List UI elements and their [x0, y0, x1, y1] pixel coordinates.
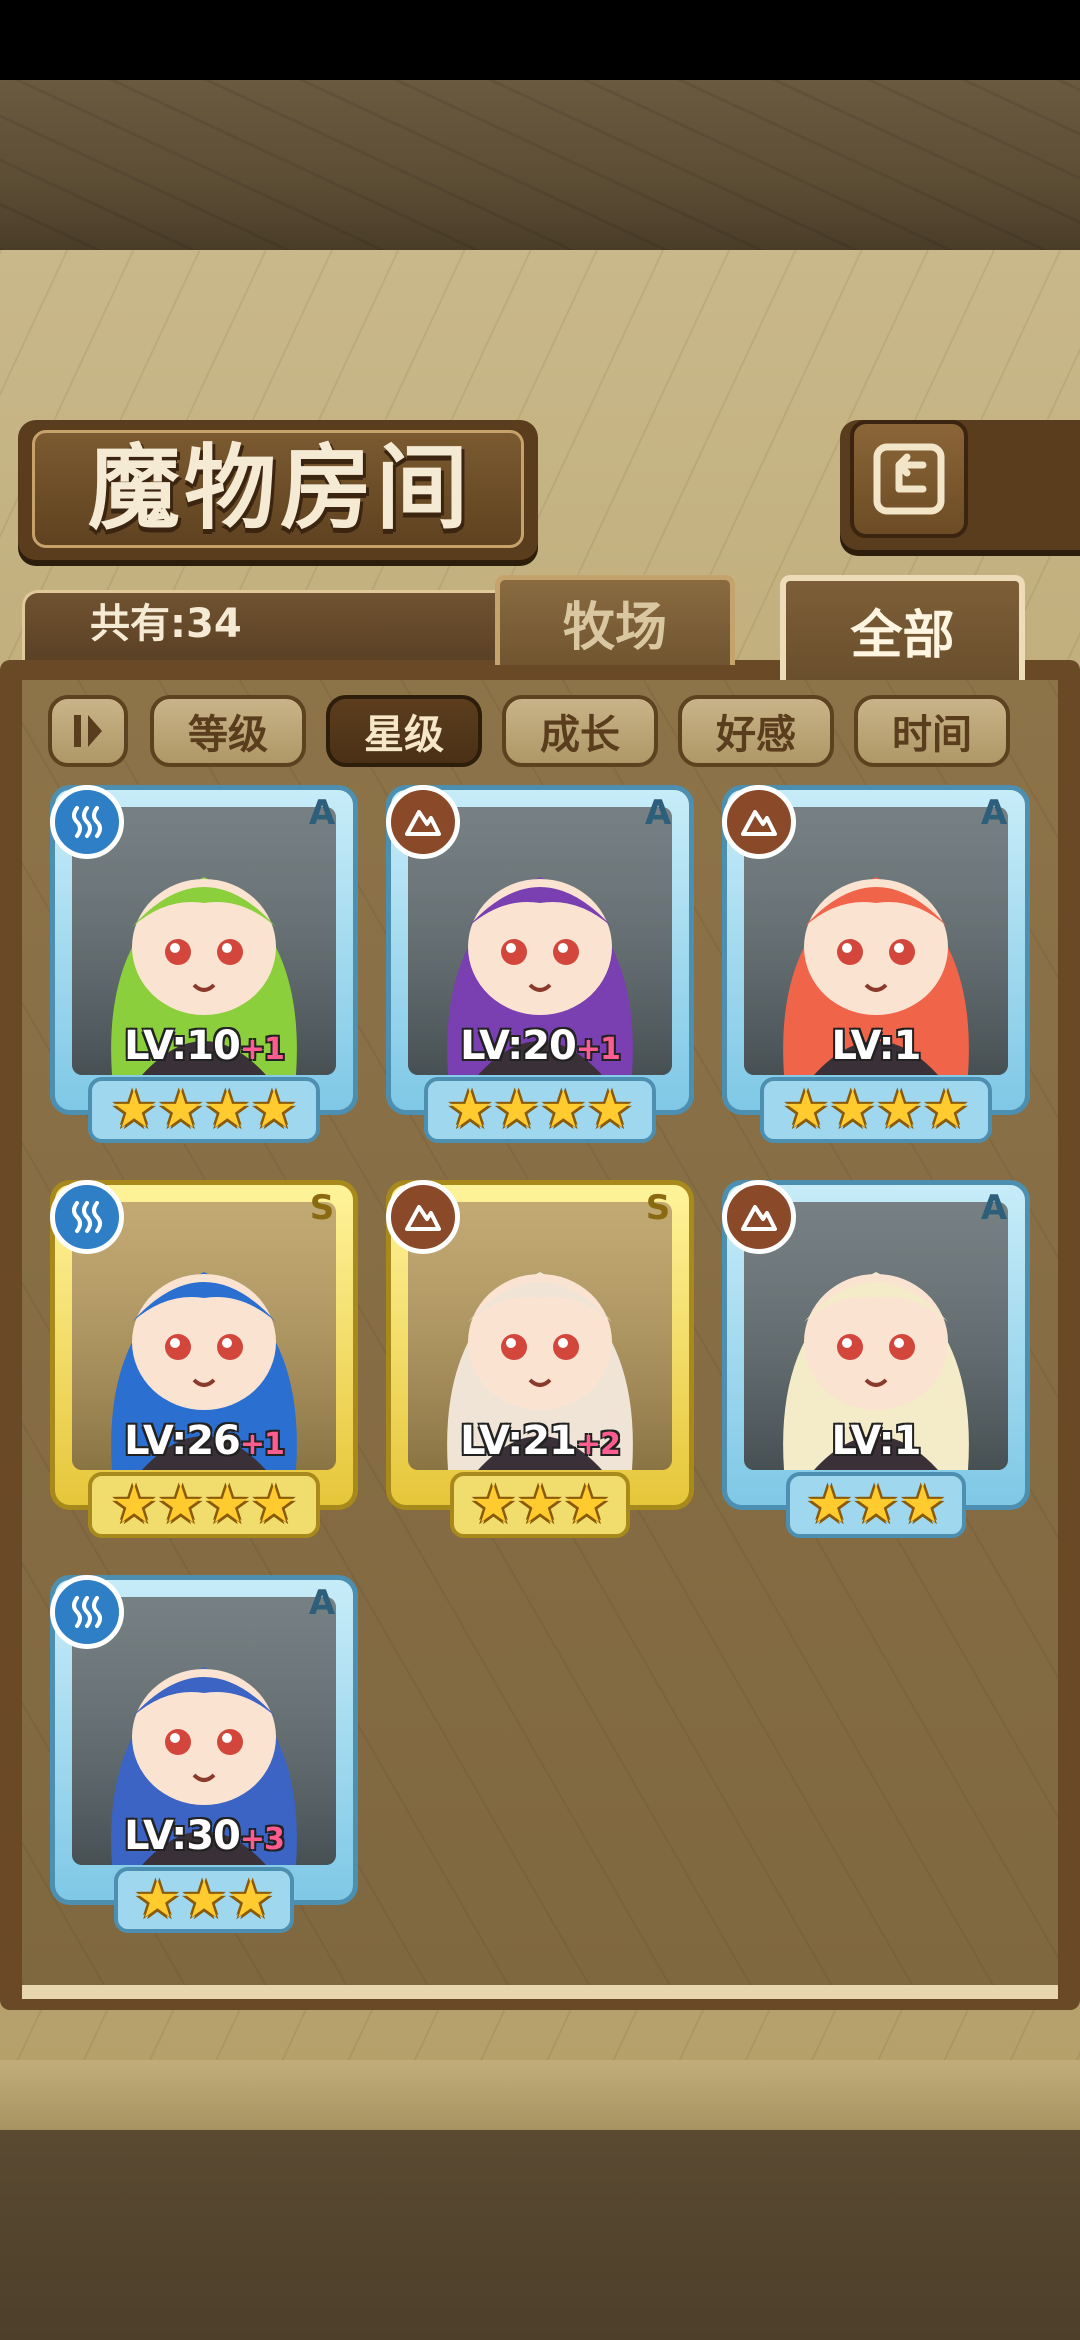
star-icon: ★	[470, 1475, 517, 1535]
star-icon: ★	[227, 1870, 274, 1930]
level-value: LV:26	[124, 1418, 241, 1464]
earth-icon	[741, 810, 777, 836]
sort-order-icon	[74, 715, 102, 747]
star-icon: ★	[250, 1475, 298, 1535]
level-value: LV:21	[460, 1418, 577, 1464]
element-badge	[386, 785, 460, 859]
star-icon: ★	[829, 1080, 876, 1140]
star-icon: ★	[493, 1080, 540, 1140]
water-icon	[72, 1201, 102, 1233]
return-arrow-icon	[873, 443, 945, 515]
monster-card[interactable]: S LV:21+2 ★ ★ ★	[386, 1180, 694, 1545]
level-value: LV:1	[831, 1023, 922, 1069]
star-icon: ★	[250, 1080, 298, 1140]
monster-card[interactable]: A LV:1 ★ ★ ★ ★	[722, 785, 1030, 1150]
level-bonus: +1	[575, 1032, 621, 1067]
rank-label: A	[308, 793, 336, 833]
level-value: LV:20	[460, 1023, 577, 1069]
star-icon: ★	[446, 1080, 494, 1140]
star-icon: ★	[204, 1080, 251, 1140]
rank-label: A	[308, 1583, 336, 1623]
element-badge	[50, 1575, 124, 1649]
level-label: LV:26+1	[50, 1418, 358, 1464]
filter-star[interactable]: 星级	[326, 695, 482, 767]
star-icon: ★	[540, 1080, 587, 1140]
star-icon: ★	[157, 1080, 204, 1140]
star-rating: ★ ★ ★ ★	[424, 1077, 656, 1143]
element-badge	[50, 785, 124, 859]
level-bonus: +1	[239, 1032, 285, 1067]
star-icon: ★	[516, 1475, 564, 1535]
sort-order-toggle[interactable]	[48, 695, 128, 767]
tab-all[interactable]: 全部	[780, 575, 1025, 680]
level-bonus: +3	[239, 1822, 285, 1857]
element-badge	[386, 1180, 460, 1254]
star-icon: ★	[110, 1080, 158, 1140]
star-icon: ★	[157, 1475, 204, 1535]
earth-icon	[405, 810, 441, 836]
star-icon: ★	[899, 1475, 946, 1535]
map-background-top	[0, 80, 1080, 250]
water-icon	[72, 806, 102, 838]
level-label: LV:1	[722, 1418, 1030, 1464]
monster-card[interactable]: A LV:20+1 ★ ★ ★ ★	[386, 785, 694, 1150]
element-badge	[722, 785, 796, 859]
star-icon: ★	[134, 1870, 181, 1930]
monster-card[interactable]: A LV:1 ★ ★ ★	[722, 1180, 1030, 1545]
star-icon: ★	[876, 1080, 923, 1140]
level-value: LV:1	[831, 1418, 922, 1464]
level-bonus: +2	[575, 1427, 621, 1462]
element-badge	[722, 1180, 796, 1254]
level-label: LV:21+2	[386, 1418, 694, 1464]
water-icon	[72, 1596, 102, 1628]
star-icon: ★	[782, 1080, 830, 1140]
page-title: 魔物房间	[87, 434, 472, 542]
rank-label: S	[645, 1188, 671, 1228]
level-value: LV:10	[124, 1023, 241, 1069]
star-rating: ★ ★ ★	[786, 1472, 966, 1538]
element-badge	[50, 1180, 124, 1254]
level-label: LV:10+1	[50, 1023, 358, 1069]
star-rating: ★ ★ ★ ★	[88, 1472, 320, 1538]
tab-ranch[interactable]: 牧场	[495, 575, 735, 665]
monster-card[interactable]: S LV:26+1 ★ ★ ★ ★	[50, 1180, 358, 1545]
level-bonus: +1	[239, 1427, 285, 1462]
monster-count: 共有:34	[90, 601, 242, 647]
level-label: LV:20+1	[386, 1023, 694, 1069]
monster-card[interactable]: A LV:10+1 ★ ★ ★ ★	[50, 785, 358, 1150]
star-icon: ★	[922, 1080, 970, 1140]
torn-edge-decoration	[0, 2060, 1080, 2140]
filter-growth[interactable]: 成长	[502, 695, 658, 767]
level-label: LV:1	[722, 1023, 1030, 1069]
star-icon: ★	[563, 1475, 610, 1535]
monster-card[interactable]: A LV:30+3 ★ ★ ★	[50, 1575, 358, 1940]
filter-level[interactable]: 等级	[150, 695, 306, 767]
star-icon: ★	[180, 1870, 228, 1930]
star-rating: ★ ★ ★	[450, 1472, 630, 1538]
filter-affinity[interactable]: 好感	[678, 695, 834, 767]
earth-icon	[405, 1205, 441, 1231]
star-rating: ★ ★ ★ ★	[760, 1077, 992, 1143]
rank-label: A	[644, 793, 672, 833]
back-button[interactable]	[850, 420, 968, 538]
map-background-bottom	[0, 2130, 1080, 2340]
level-value: LV:30	[124, 1813, 241, 1859]
rank-label: A	[980, 793, 1008, 833]
star-icon: ★	[852, 1475, 900, 1535]
rank-label: A	[980, 1188, 1008, 1228]
earth-icon	[741, 1205, 777, 1231]
star-icon: ★	[806, 1475, 853, 1535]
star-rating: ★ ★ ★ ★	[88, 1077, 320, 1143]
filter-time[interactable]: 时间	[854, 695, 1010, 767]
star-rating: ★ ★ ★	[114, 1867, 294, 1933]
rank-label: S	[309, 1188, 335, 1228]
star-icon: ★	[586, 1080, 634, 1140]
panel-bottom-border	[22, 1985, 1058, 1999]
star-icon: ★	[204, 1475, 251, 1535]
star-icon: ★	[110, 1475, 158, 1535]
level-label: LV:30+3	[50, 1813, 358, 1859]
